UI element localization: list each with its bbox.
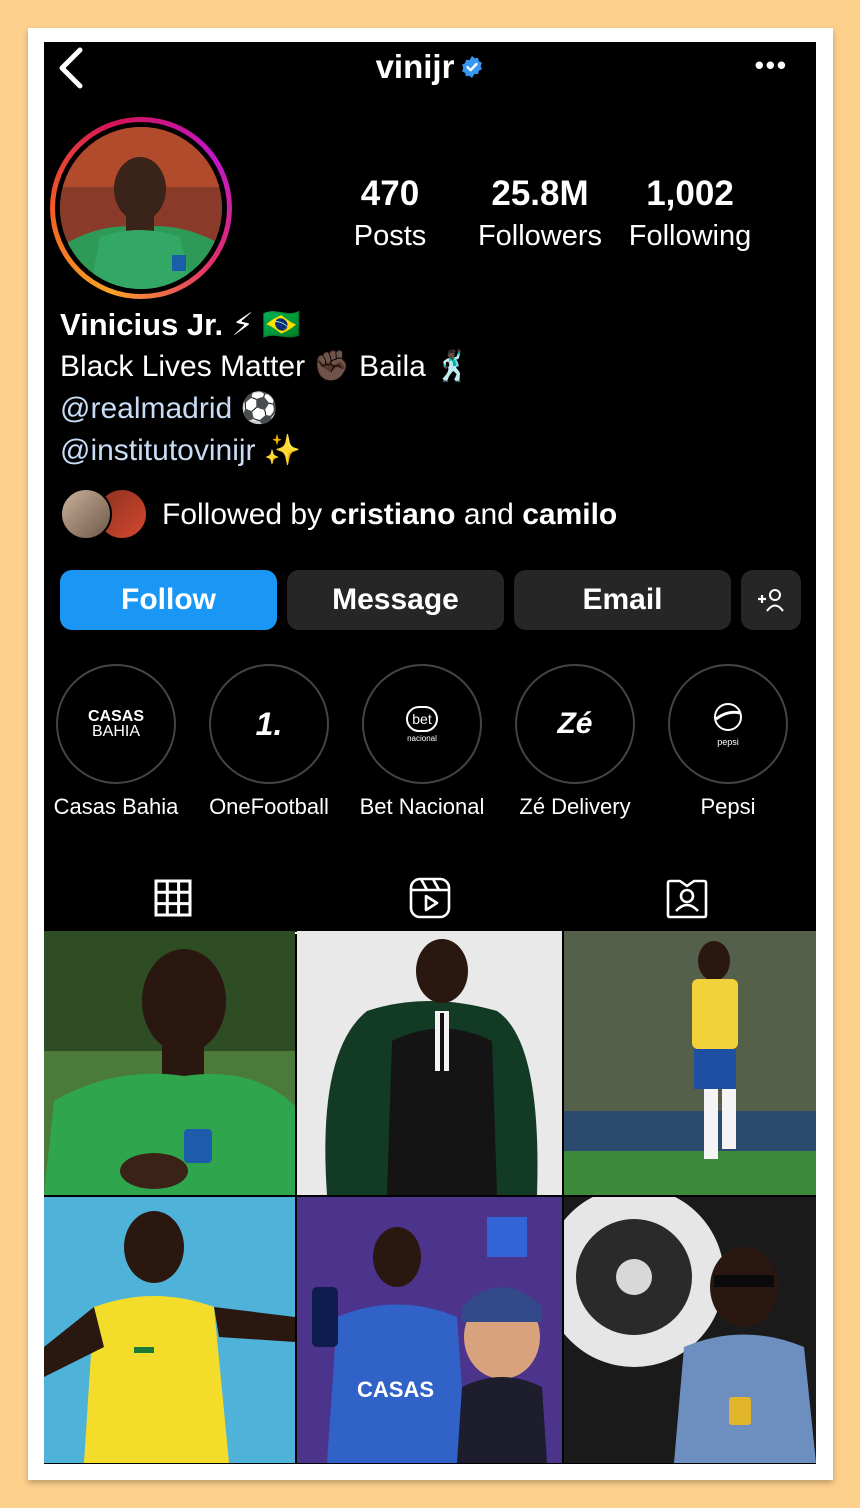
grid-icon <box>154 879 191 917</box>
post-thumbnail[interactable] <box>564 1197 816 1463</box>
ze-delivery-logo: Zé <box>557 707 593 740</box>
casas-bahia-shirt-text: CASAS <box>357 1377 434 1402</box>
avatar-photo <box>60 127 222 289</box>
post-photo-4 <box>44 1197 295 1463</box>
pepsi-logo-text: pepsi <box>717 736 739 747</box>
mutual-avatar-1 <box>60 488 112 540</box>
stat-followers-label: Followers <box>477 220 603 252</box>
post-thumbnail[interactable]: CASAS <box>297 1197 562 1463</box>
verified-badge-icon <box>462 56 483 78</box>
highlight-label: OneFootball <box>209 794 329 819</box>
casas-bahia-logo-line-1: CASAS <box>87 708 144 725</box>
stat-posts-label: Posts <box>353 220 427 252</box>
pepsi-logo: pepsi <box>713 702 743 747</box>
bio-mention-realmadrid[interactable]: @realmadrid ⚽ <box>60 388 780 430</box>
post-photo-1 <box>44 931 295 1195</box>
highlight-label: Pepsi <box>700 794 756 819</box>
stat-posts-value: 470 <box>360 174 420 213</box>
tab-tagged[interactable] <box>558 862 815 934</box>
post-photo-5: CASAS <box>297 1197 562 1463</box>
highlight-casas-bahia-circle: CASAS BAHIA <box>56 664 176 784</box>
post-thumbnail[interactable] <box>297 931 562 1195</box>
avatar-gap <box>55 122 227 294</box>
casas-bahia-logo-line-2: BAHIA <box>91 723 140 740</box>
bet-nacional-logo: bet nacional <box>406 705 438 743</box>
followed-by-user-1: cristiano <box>330 498 456 531</box>
tab-grid[interactable] <box>44 862 301 934</box>
highlight-onefootball[interactable]: 1. OneFootball <box>199 664 339 820</box>
highlight-ze-delivery[interactable]: Zé Zé Delivery <box>505 664 645 820</box>
highlight-casas-bahia[interactable]: CASAS BAHIA Casas Bahia <box>46 664 186 820</box>
highlight-onefootball-circle: 1. <box>209 664 329 784</box>
more-options-button[interactable]: ••• <box>755 50 788 81</box>
highlight-pepsi[interactable]: pepsi Pepsi <box>658 664 798 820</box>
bio-mention-institutovinijr[interactable]: @institutovinijr ✨ <box>60 430 780 472</box>
highlight-ze-delivery-circle: Zé <box>515 664 635 784</box>
tab-reels[interactable] <box>301 862 558 934</box>
bio-text: Black Lives Matter ✊🏿 Baila 🕺🏿 <box>60 350 472 383</box>
top-bar: vinijr ••• <box>44 42 816 98</box>
casas-bahia-logo: CASAS BAHIA <box>87 708 144 740</box>
post-thumbnail[interactable] <box>44 931 295 1195</box>
username-text: vinijr <box>375 48 455 85</box>
stat-posts[interactable]: 470 Posts <box>342 172 438 256</box>
post-photo-3 <box>564 931 816 1195</box>
add-person-icon <box>758 589 784 612</box>
followed-by-text: Followed by cristiano and camilo <box>162 498 617 532</box>
followed-by-joiner: and <box>463 498 514 531</box>
more-dots-icon: ••• <box>754 50 788 80</box>
message-button[interactable]: Message <box>287 570 504 630</box>
phone-screen: vinijr ••• 470 Posts 25.8M Followers 1,0… <box>44 42 816 1464</box>
highlight-bet-nacional[interactable]: bet nacional Bet Nacional <box>352 664 492 820</box>
profile-bio: Vinicius Jr. ⚡ 🇧🇷 Black Lives Matter ✊🏿 … <box>60 304 780 472</box>
display-name: Vinicius Jr. ⚡ 🇧🇷 <box>60 307 301 342</box>
post-photo-2 <box>297 931 562 1195</box>
post-photo-6 <box>564 1197 816 1463</box>
reels-icon <box>409 877 450 919</box>
stat-following[interactable]: 1,002 Following <box>622 172 758 256</box>
post-thumbnail[interactable] <box>44 1197 295 1463</box>
highlight-label: Bet Nacional <box>359 794 485 819</box>
onefootball-logo: 1. <box>255 705 283 742</box>
profile-avatar <box>60 127 222 289</box>
followed-by-prefix: Followed by <box>162 498 323 531</box>
highlight-label: Zé Delivery <box>519 794 631 819</box>
stat-following-label: Following <box>628 220 752 252</box>
follow-button[interactable]: Follow <box>60 570 277 630</box>
mutual-avatars <box>60 488 148 542</box>
suggested-users-button[interactable] <box>741 570 801 630</box>
followed-by-row[interactable]: Followed by cristiano and camilo <box>60 488 617 542</box>
stat-followers-value: 25.8M <box>491 174 589 213</box>
highlight-label: Casas Bahia <box>53 794 179 819</box>
screenshot-frame: vinijr ••• 470 Posts 25.8M Followers 1,0… <box>28 28 833 1480</box>
pepsi-globe-icon <box>714 702 742 731</box>
story-ring[interactable] <box>50 117 232 299</box>
profile-username-header: vinijr <box>44 48 816 86</box>
post-thumbnail[interactable] <box>564 931 816 1195</box>
stat-followers[interactable]: 25.8M Followers <box>472 172 608 256</box>
highlight-bet-nacional-circle: bet nacional <box>362 664 482 784</box>
bet-nacional-logo-line-2: nacional <box>407 733 437 743</box>
bet-nacional-logo-line-1: bet <box>406 705 438 732</box>
followed-by-user-2: camilo <box>522 498 618 531</box>
tagged-icon <box>666 879 707 919</box>
stat-following-value: 1,002 <box>646 174 734 213</box>
highlight-pepsi-circle: pepsi <box>668 664 788 784</box>
profile-tabs <box>44 862 816 934</box>
email-button[interactable]: Email <box>514 570 731 630</box>
